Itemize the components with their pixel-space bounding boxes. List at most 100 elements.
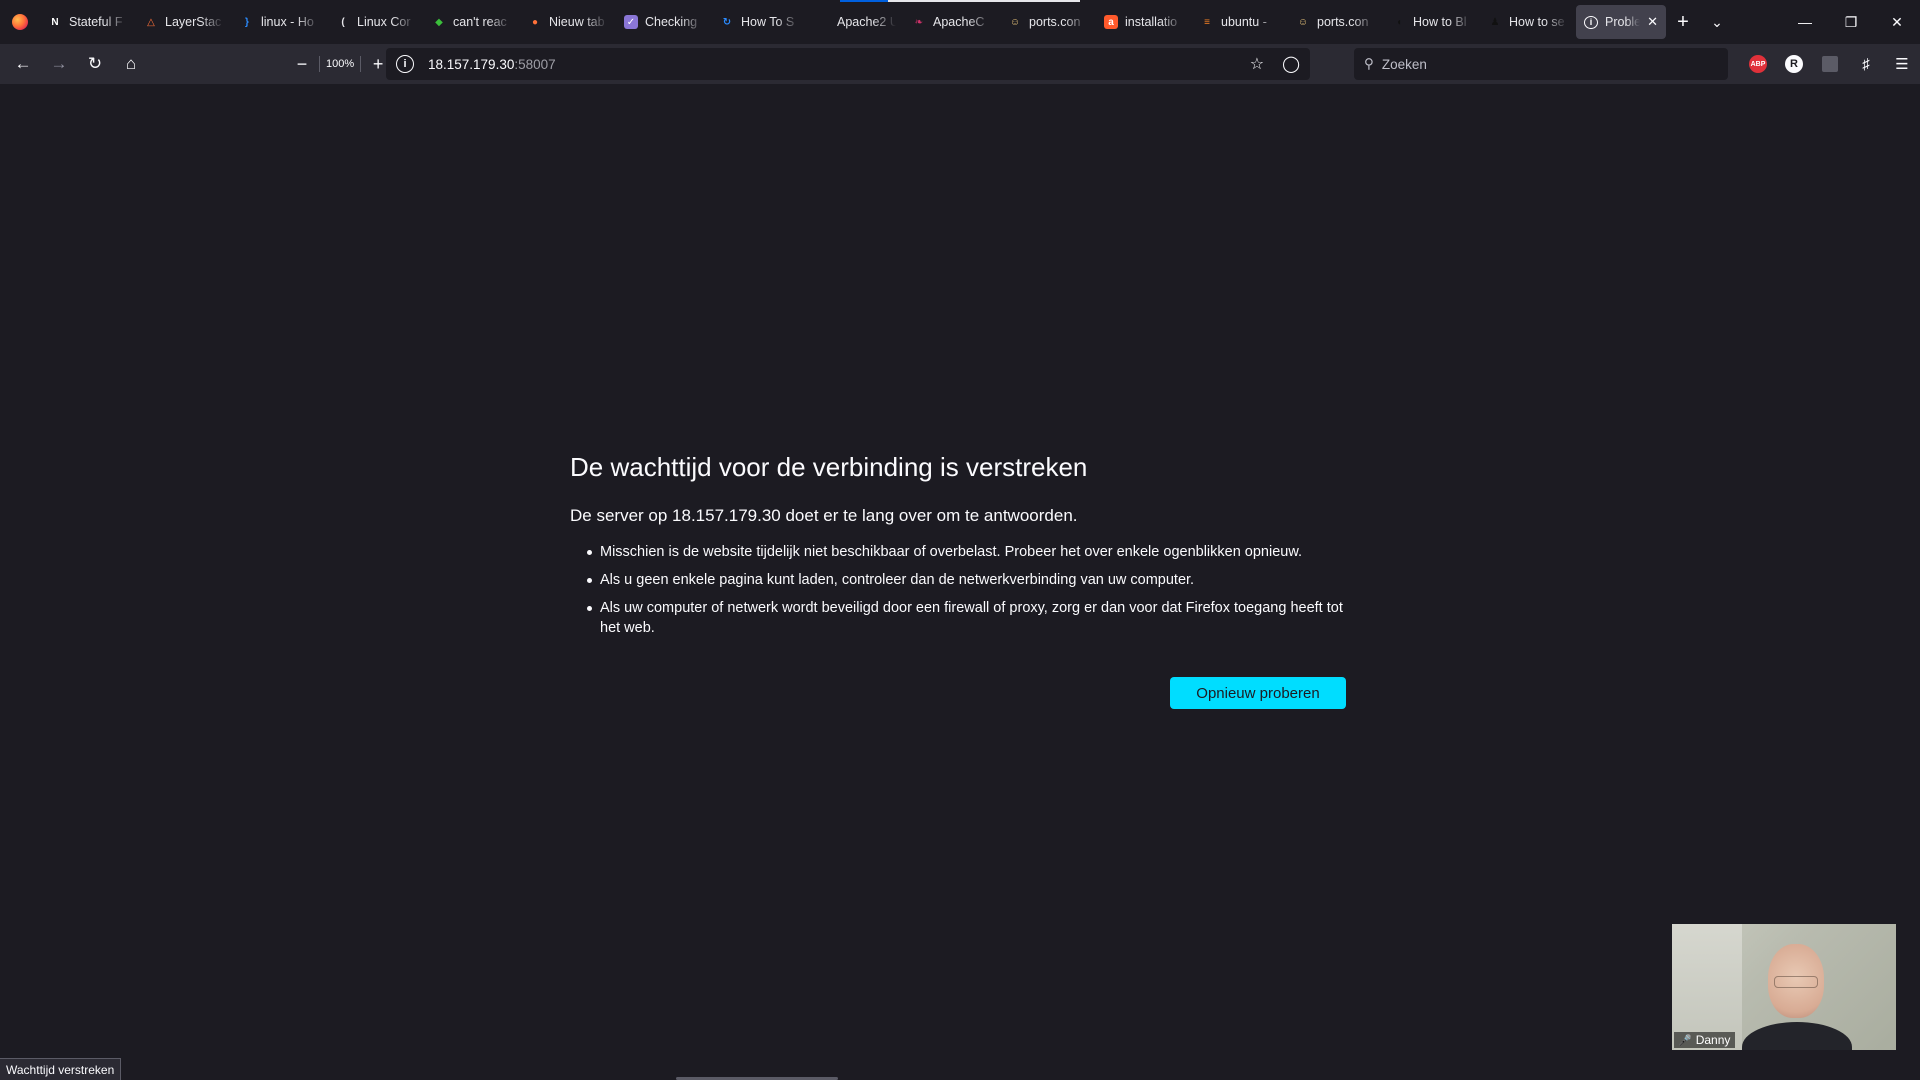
video-person-glasses: [1774, 976, 1818, 988]
person-dark-icon: ♟: [1490, 16, 1500, 28]
site-info-icon[interactable]: i: [396, 55, 414, 73]
tab-label: linux - Ho: [261, 15, 314, 29]
error-page: De wachttijd voor de verbinding is verst…: [570, 449, 1346, 646]
tab-label: ports.con: [1317, 15, 1369, 29]
tab-label: ports.con: [1029, 15, 1081, 29]
zoom-reset-button[interactable]: 100%: [319, 56, 362, 72]
circle-arrow-icon: ↻: [722, 16, 732, 28]
home-button[interactable]: ⌂: [115, 48, 147, 80]
url-port: :58007: [514, 56, 556, 72]
dark-leaf-icon: ◖: [1395, 16, 1403, 28]
tab[interactable]: ↻ How To S: [712, 5, 808, 39]
tab-label: How to Bl: [1413, 15, 1467, 29]
tab[interactable]: ✓ Checking: [616, 5, 712, 39]
tab[interactable]: ● Nieuw tab: [520, 5, 616, 39]
tab[interactable]: a installatio: [1096, 5, 1192, 39]
tab[interactable]: ◆ can't reac: [424, 5, 520, 39]
tab[interactable]: ♟ How to se: [1480, 5, 1576, 39]
tab-label: Nieuw tab: [549, 15, 605, 29]
back-button[interactable]: ←: [7, 48, 39, 80]
tab-label: ubuntu -: [1221, 15, 1267, 29]
tab-label: Probler: [1605, 15, 1641, 29]
tab-active[interactable]: i Probler ✕: [1576, 5, 1666, 39]
bookmark-star-icon[interactable]: ☆: [1250, 54, 1264, 74]
checkbox-icon: ✓: [624, 15, 638, 29]
feather-icon: ❧: [914, 16, 924, 28]
list-item: Als uw computer of netwerk wordt beveili…: [587, 598, 1346, 638]
list-item: Misschien is de website tijdelijk niet b…: [587, 542, 1346, 562]
list-item: Als u geen enkele pagina kunt laden, con…: [587, 570, 1346, 590]
person-icon: ☺: [1297, 16, 1309, 28]
close-window-icon[interactable]: ✕: [1874, 0, 1920, 44]
leaf-icon: ◆: [435, 16, 443, 28]
pocket-icon[interactable]: ◯: [1282, 54, 1300, 74]
blank-icon: [816, 15, 830, 29]
person-icon: ☺: [1009, 16, 1021, 28]
adblock-icon[interactable]: ABP: [1740, 48, 1776, 80]
search-bar[interactable]: ⚲ Zoeken: [1354, 48, 1728, 80]
tab[interactable]: ≡ ubuntu -: [1192, 5, 1288, 39]
reload-button[interactable]: ↻: [79, 48, 111, 80]
error-title: De wachttijd voor de verbinding is verst…: [570, 452, 1088, 482]
ask-icon: a: [1104, 15, 1118, 29]
video-person-body: [1742, 1022, 1852, 1050]
status-panel: Wachttijd verstreken: [0, 1058, 122, 1080]
muted-mic-icon: 🎤: [1678, 1034, 1692, 1047]
tab-label: can't reac: [453, 15, 507, 29]
tab-label: LayerStac: [165, 15, 222, 29]
firefox-menu-icon[interactable]: [0, 0, 40, 44]
stack-icon: ≡: [1204, 16, 1210, 28]
n-icon: N: [48, 15, 62, 29]
tab-label: How to se: [1509, 15, 1565, 29]
tab[interactable]: ☺ ports.con: [1288, 5, 1384, 39]
tab-loading-indicator: [840, 0, 888, 2]
tab-label: Checking: [645, 15, 698, 29]
bracket-icon: }: [245, 16, 249, 28]
minimize-icon[interactable]: —: [1782, 0, 1828, 44]
firefox-icon: ●: [531, 16, 539, 28]
tab-loading-indicator: [888, 0, 1080, 2]
tab[interactable]: Apache2 Ubu: [808, 5, 904, 39]
info-icon: i: [1584, 15, 1598, 29]
tab[interactable]: } linux - Ho: [232, 5, 328, 39]
new-tab-button[interactable]: +: [1666, 5, 1700, 39]
zoom-controls: − 100% +: [285, 48, 395, 80]
url-bar[interactable]: i 18.157.179.30:58007 ☆ ◯: [386, 48, 1310, 80]
tab-label: Stateful F: [69, 15, 123, 29]
tab-label: ApacheC: [933, 15, 985, 29]
forward-button[interactable]: →: [43, 48, 75, 80]
extensions-puzzle-icon[interactable]: ♯: [1848, 48, 1884, 80]
extension-toolbar: ABP R ♯ ☰: [1740, 48, 1920, 80]
tab[interactable]: ☺ ports.con: [1000, 5, 1096, 39]
try-again-button[interactable]: Opnieuw proberen: [1170, 677, 1346, 709]
paren-icon: (: [341, 16, 345, 28]
tab-label: How To S: [741, 15, 795, 29]
search-input[interactable]: Zoeken: [1382, 57, 1427, 72]
list-all-tabs-button[interactable]: ⌄: [1700, 5, 1734, 39]
r-extension-icon[interactable]: R: [1776, 48, 1812, 80]
error-subtitle: De server op 18.157.179.30 doet er te la…: [570, 506, 1078, 525]
navigation-toolbar: ← → ↻ ⌂ − 100% + i 18.157.179.30:58007 ☆…: [0, 44, 1920, 84]
restore-icon[interactable]: ❐: [1828, 0, 1874, 44]
window-controls: — ❐ ✕: [1782, 0, 1920, 44]
tab-label: Apache2 Ubu: [837, 15, 896, 29]
tab[interactable]: N Stateful F: [40, 5, 136, 39]
url-host: 18.157.179.30: [428, 56, 515, 72]
tab[interactable]: ◖ How to Bl: [1384, 5, 1480, 39]
tab[interactable]: ❧ ApacheC: [904, 5, 1000, 39]
error-suggestions: Misschien is de website tijdelijk niet b…: [570, 542, 1346, 638]
participant-name: Danny: [1695, 1033, 1731, 1047]
tab-label: installatio: [1125, 15, 1178, 29]
close-tab-icon[interactable]: ✕: [1647, 14, 1658, 30]
tab-strip: N Stateful F △ LayerStac} linux - Ho ( Linux C…: [0, 0, 1920, 44]
search-icon: ⚲: [1364, 56, 1374, 71]
tab-label: Linux Cor: [357, 15, 411, 29]
tab[interactable]: ( Linux Cor: [328, 5, 424, 39]
extension-square-icon[interactable]: [1812, 48, 1848, 80]
app-menu-icon[interactable]: ☰: [1884, 48, 1920, 80]
video-call-preview[interactable]: 🎤 Danny: [1672, 924, 1896, 1050]
zoom-out-button[interactable]: −: [285, 48, 319, 80]
tab-list: N Stateful F △ LayerStac} linux - Ho ( Linux C…: [40, 0, 1576, 44]
tab[interactable]: △ LayerStac: [136, 5, 232, 39]
triangle-warning-icon: △: [147, 16, 155, 28]
